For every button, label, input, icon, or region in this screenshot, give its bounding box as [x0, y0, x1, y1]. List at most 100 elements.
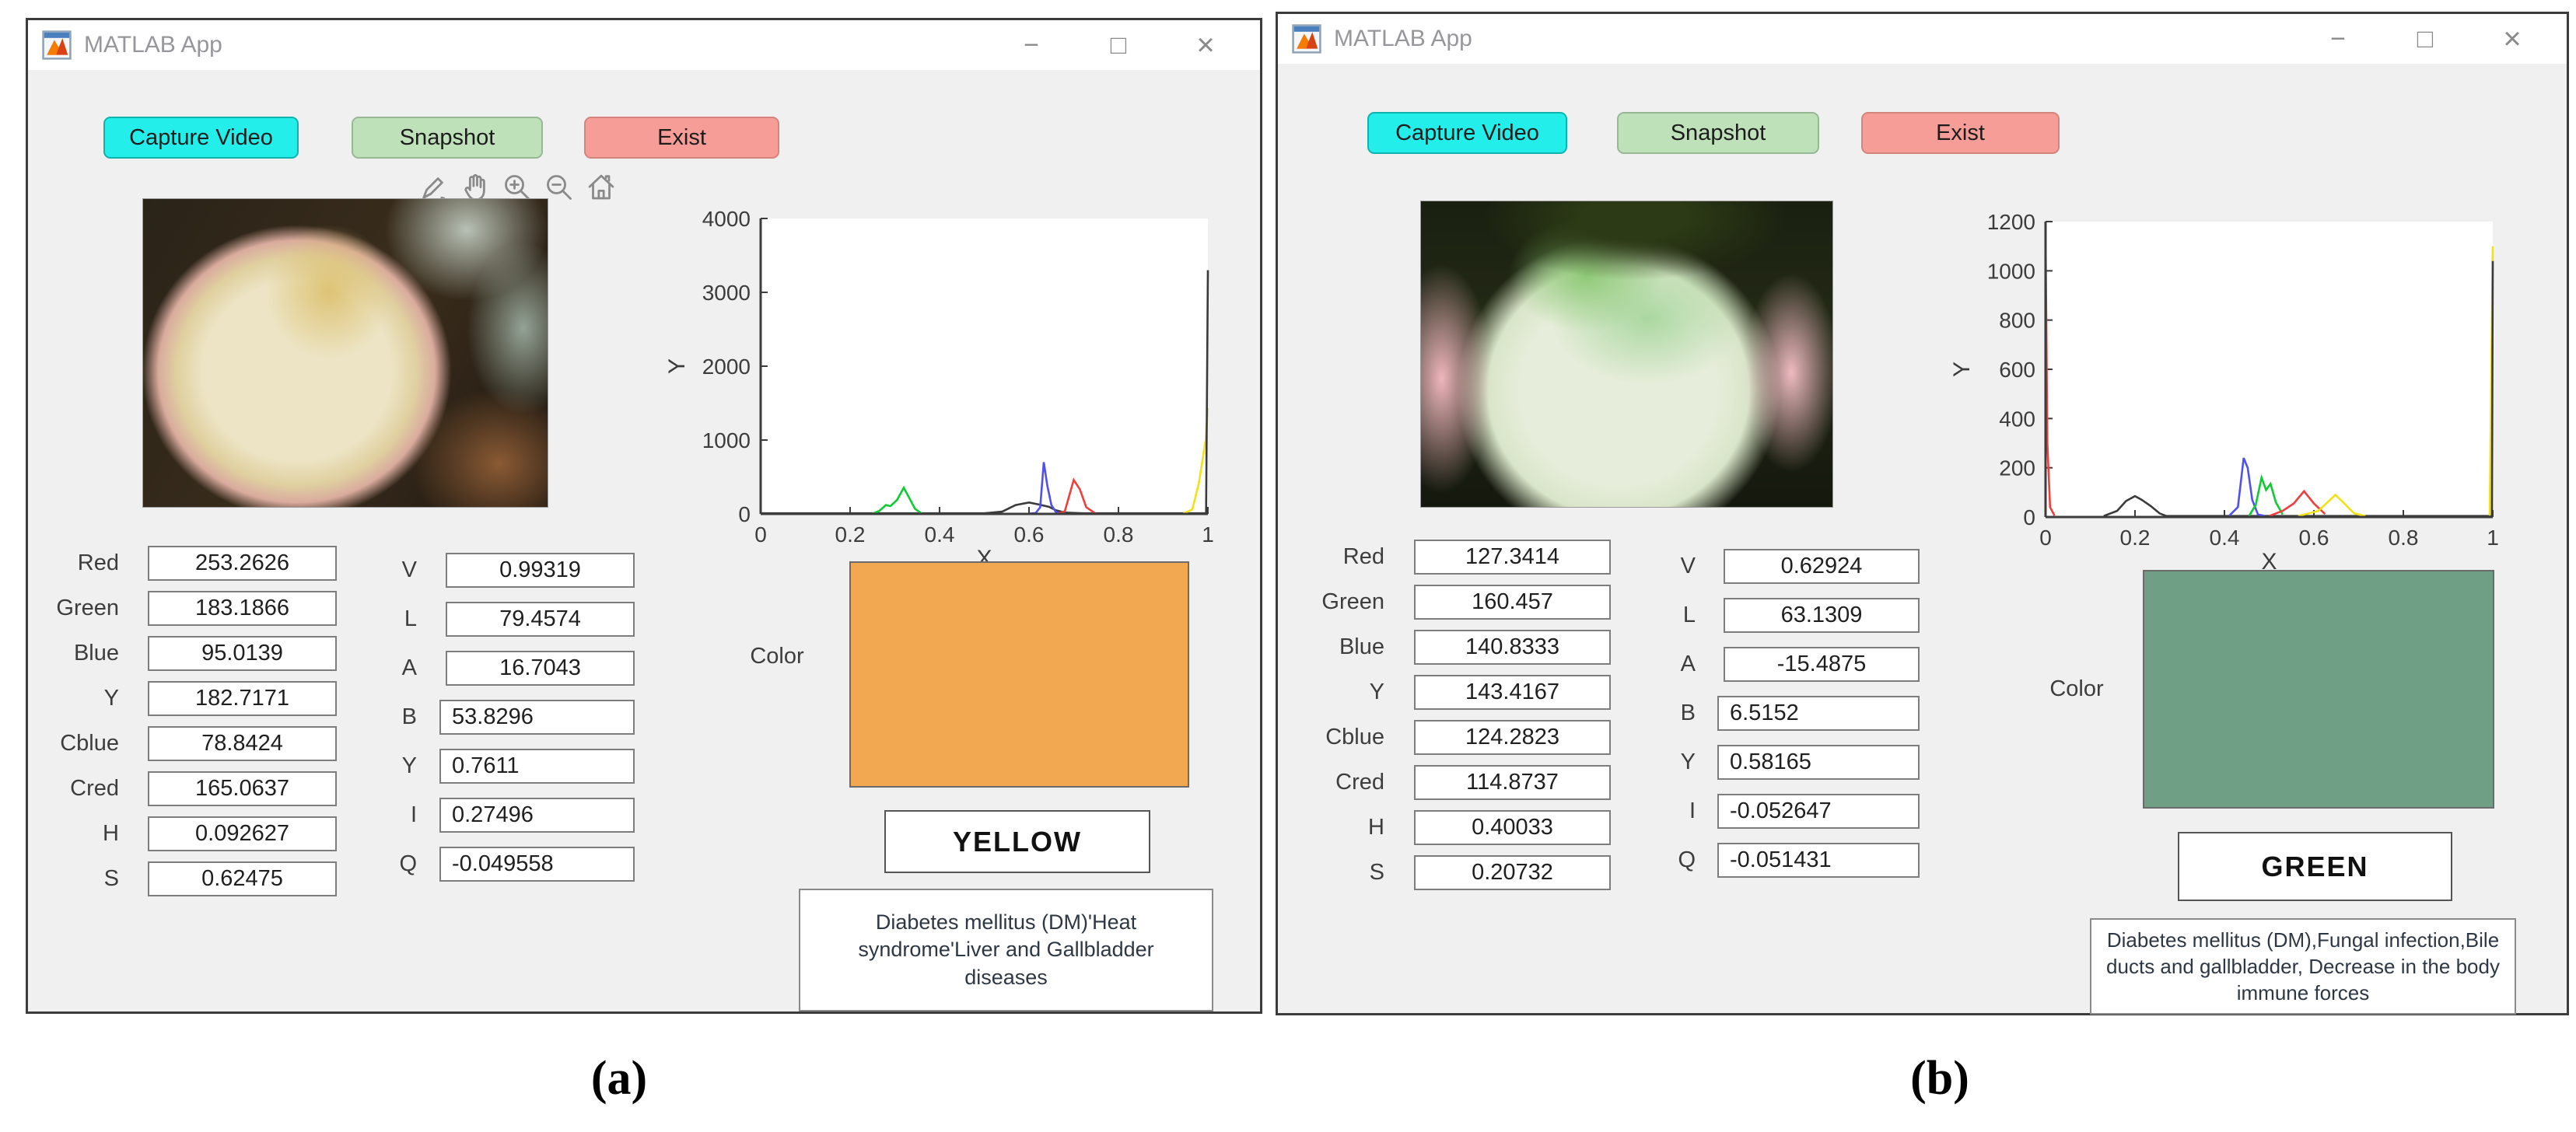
svg-text:1: 1	[2487, 526, 2499, 550]
field-row: L 63.1309	[1580, 598, 1920, 633]
field-row: Blue140.8333	[1293, 630, 1611, 665]
field-label: L	[1580, 603, 1696, 628]
capture-video-button[interactable]: Capture Video	[1367, 112, 1567, 154]
field-row: Cred165.0637	[28, 771, 337, 806]
color-label: Color	[2034, 676, 2119, 702]
svg-text:1000: 1000	[702, 428, 751, 452]
field-value-v[interactable]: 0.62924	[1724, 549, 1920, 584]
close-button[interactable]: ×	[1162, 28, 1249, 63]
exist-button[interactable]: Exist	[1861, 112, 2060, 154]
field-label: B	[302, 704, 417, 730]
snapshot-button[interactable]: Snapshot	[352, 117, 543, 159]
svg-text:0.2: 0.2	[2120, 526, 2151, 550]
color-fields-column-1: Red127.3414 Green160.457 Blue140.8333 Y143.…	[1293, 540, 1611, 900]
field-value-y[interactable]: 0.7611	[439, 749, 635, 784]
svg-text:0.4: 0.4	[2210, 526, 2240, 550]
field-label: Green	[1293, 589, 1384, 615]
minimize-button[interactable]: −	[988, 30, 1075, 61]
field-value-y[interactable]: 0.58165	[1717, 745, 1920, 780]
field-label: Blue	[28, 641, 119, 666]
field-label: V	[302, 557, 417, 583]
field-row: I-0.052647	[1580, 794, 1920, 829]
field-label: Cblue	[28, 731, 119, 756]
svg-text:800: 800	[1999, 309, 2035, 333]
field-value-l[interactable]: 79.4574	[446, 602, 635, 637]
field-row: Cred114.8737	[1293, 765, 1611, 800]
field-label: Red	[1293, 544, 1384, 570]
field-row: Blue95.0139	[28, 636, 337, 671]
field-value-a[interactable]: 16.7043	[446, 651, 635, 686]
svg-text:4000: 4000	[702, 207, 751, 231]
capture-video-button[interactable]: Capture Video	[103, 117, 299, 159]
field-row: Y0.7611	[302, 749, 635, 784]
detected-color-swatch	[2143, 570, 2494, 809]
field-row: Y143.4167	[1293, 675, 1611, 710]
field-row: Green183.1866	[28, 591, 337, 626]
field-label: L	[302, 606, 417, 632]
home-icon[interactable]	[585, 171, 618, 204]
field-row: Q-0.051431	[1580, 843, 1920, 878]
field-value-l[interactable]: 63.1309	[1724, 598, 1920, 633]
matlab-app-icon	[1292, 24, 1321, 54]
field-row: Y0.58165	[1580, 745, 1920, 780]
snapshot-button[interactable]: Snapshot	[1617, 112, 1819, 154]
field-row: Y182.7171	[28, 681, 337, 716]
figure-caption-a: (a)	[464, 1051, 775, 1106]
color-name-box: YELLOW	[884, 810, 1150, 873]
svg-text:0: 0	[2023, 505, 2035, 529]
field-value-b[interactable]: 53.8296	[439, 700, 635, 735]
title-bar: MATLAB App − □ ×	[1278, 14, 2567, 64]
field-row: Red127.3414	[1293, 540, 1611, 575]
svg-text:1000: 1000	[1987, 259, 2035, 283]
field-value-q[interactable]: -0.049558	[439, 847, 635, 882]
maximize-button[interactable]: □	[2382, 24, 2469, 54]
field-value-i[interactable]: -0.052647	[1717, 794, 1920, 829]
field-row: S0.62475	[28, 861, 337, 896]
field-value-i[interactable]: 0.27496	[439, 798, 635, 833]
figure-caption-b: (b)	[1784, 1051, 2095, 1106]
svg-text:0: 0	[738, 502, 751, 526]
svg-text:Y: Y	[1949, 362, 1975, 377]
histogram-chart: 0100020003000400000.20.40.60.81XY	[650, 207, 1226, 572]
field-value-v[interactable]: 0.99319	[446, 553, 635, 588]
field-label: Cred	[1293, 770, 1384, 795]
tongue-image	[1420, 201, 1833, 508]
histogram-chart: 02004006008001000120000.20.40.60.81XY	[1935, 210, 2511, 575]
field-row: Red253.2626	[28, 546, 337, 581]
field-label: H	[28, 821, 119, 847]
exist-button[interactable]: Exist	[584, 117, 779, 159]
field-label: V	[1580, 554, 1696, 579]
field-row: Green160.457	[1293, 585, 1611, 620]
svg-text:Y: Y	[664, 358, 690, 374]
field-label: Cblue	[1293, 725, 1384, 750]
field-value-q[interactable]: -0.051431	[1717, 843, 1920, 878]
field-value-a[interactable]: -15.4875	[1724, 647, 1920, 682]
svg-text:0.2: 0.2	[835, 522, 866, 547]
field-label: A	[1580, 652, 1696, 677]
field-row: Cblue78.8424	[28, 726, 337, 761]
field-label: Green	[28, 596, 119, 621]
field-label: Y	[1293, 680, 1384, 705]
field-row: A 16.7043	[302, 651, 635, 686]
matlab-app-icon	[42, 30, 72, 60]
svg-text:0: 0	[754, 522, 767, 547]
svg-text:200: 200	[1999, 456, 2035, 480]
field-label: Cred	[28, 776, 119, 802]
close-button[interactable]: ×	[2469, 22, 2556, 57]
field-value-b[interactable]: 6.5152	[1717, 696, 1920, 731]
field-row: V 0.62924	[1580, 549, 1920, 584]
field-row: H0.40033	[1293, 810, 1611, 845]
field-row: S0.20732	[1293, 855, 1611, 890]
color-name-box: GREEN	[2178, 832, 2452, 901]
maximize-button[interactable]: □	[1075, 30, 1162, 61]
svg-text:2000: 2000	[702, 355, 751, 379]
minimize-button[interactable]: −	[2294, 24, 2382, 54]
field-row: I0.27496	[302, 798, 635, 833]
field-label: Q	[302, 851, 417, 877]
color-fields-column-2: V0.62924L63.1309A-15.4875B6.5152Y0.58165…	[1580, 549, 1920, 892]
svg-text:600: 600	[1999, 358, 2035, 382]
svg-text:0.8: 0.8	[1104, 522, 1134, 547]
field-label: A	[302, 655, 417, 681]
diagnosis-box: Diabetes mellitus (DM),Fungal infection,…	[2090, 918, 2516, 1015]
field-row: B 53.8296	[302, 700, 635, 735]
